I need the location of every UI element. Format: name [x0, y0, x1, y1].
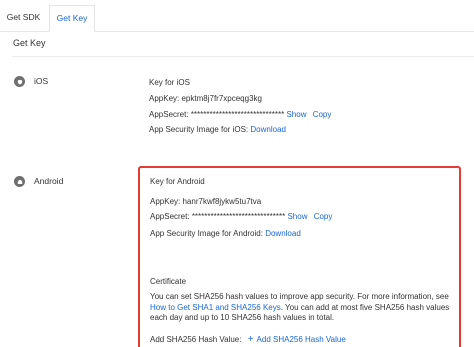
ios-appkey-row: AppKey: epktm8j7fr7xpceqg3kg — [149, 94, 262, 103]
security-image-label: App Security Image for Android: — [150, 229, 263, 238]
add-hash-row: Add SHA256 Hash Value: + Add SHA256 Hash … — [150, 334, 346, 345]
certificate-description: You can set SHA256 hash values to improv… — [150, 292, 462, 324]
android-show-link[interactable]: Show — [287, 212, 307, 221]
page-title: Get Key — [13, 38, 46, 48]
appsecret-value: ****************************** — [190, 110, 285, 119]
platform-name-ios: iOS — [34, 76, 49, 86]
appkey-value: hanr7kwf8jykw5tu7tva — [182, 197, 262, 206]
android-download-link[interactable]: Download — [265, 229, 301, 238]
ios-copy-link[interactable]: Copy — [313, 110, 332, 119]
android-copy-link[interactable]: Copy — [314, 212, 333, 221]
appkey-value: epktm8j7fr7xpceqg3kg — [181, 94, 262, 103]
sha-keys-help-link[interactable]: How to Get SHA1 and SHA256 Keys — [150, 303, 281, 312]
add-hash-label: Add SHA256 Hash Value: — [150, 335, 242, 344]
tab-get-key[interactable]: Get Key — [49, 5, 95, 32]
tab-get-sdk[interactable]: Get SDK — [0, 5, 47, 30]
add-hash-label-text: Add SHA256 Hash Value — [256, 335, 346, 344]
security-image-label: App Security Image for iOS: — [149, 125, 249, 134]
ios-show-link[interactable]: Show — [286, 110, 306, 119]
plus-icon: + — [247, 334, 254, 345]
ios-key-heading: Key for iOS — [149, 78, 190, 87]
android-icon — [14, 176, 25, 187]
android-appsecret-row: AppSecret: *****************************… — [150, 212, 332, 221]
android-appkey-row: AppKey: hanr7kwf8jykw5tu7tva — [150, 197, 261, 206]
android-key-heading: Key for Android — [150, 177, 205, 186]
appsecret-label: AppSecret: — [150, 212, 190, 221]
ios-security-image-row: App Security Image for iOS: Download — [149, 125, 286, 134]
apple-icon — [14, 76, 25, 87]
android-security-image-row: App Security Image for Android: Download — [150, 229, 301, 238]
certificate-title: Certificate — [150, 277, 187, 286]
appkey-label: AppKey: — [150, 197, 181, 206]
ios-appsecret-row: AppSecret: *****************************… — [149, 110, 331, 119]
ios-download-link[interactable]: Download — [250, 125, 286, 134]
divider — [12, 56, 474, 57]
appkey-label: AppKey: — [149, 94, 180, 103]
platform-name-android: Android — [34, 176, 64, 186]
appsecret-value: ****************************** — [191, 212, 286, 221]
appsecret-label: AppSecret: — [149, 110, 189, 119]
cert-text: You can set SHA256 hash values to improv… — [150, 292, 449, 301]
tab-bar: Get SDK Get Key — [0, 0, 474, 32]
add-hash-button[interactable]: + Add SHA256 Hash Value — [244, 334, 346, 345]
